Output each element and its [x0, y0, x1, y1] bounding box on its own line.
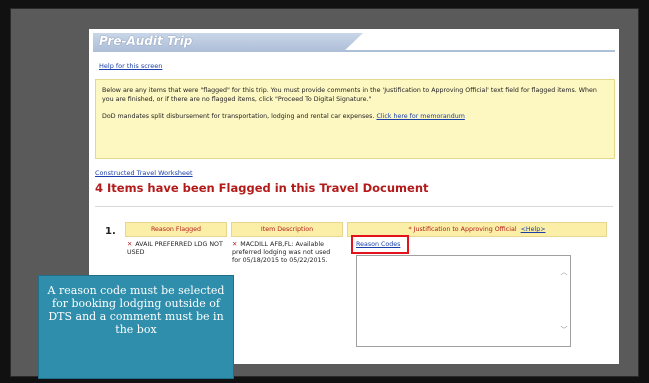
title-tab: Pre-Audit Trip	[93, 33, 363, 51]
notice-paragraph-2: DoD mandates split disbursement for tran…	[102, 112, 607, 121]
justification-help-link[interactable]: <Help>	[521, 226, 546, 233]
header-item-description: Item Description	[231, 222, 343, 237]
title-rule	[93, 50, 615, 52]
constructed-travel-worksheet-link[interactable]: Constructed Travel Worksheet	[95, 169, 193, 177]
reason-flagged-text: AVAIL PREFERRED LDG NOT USED	[127, 241, 223, 256]
page-title: Pre-Audit Trip	[99, 34, 193, 48]
flag-x-icon: ✕	[232, 241, 238, 248]
callout-text: A reason code must be selected for booki…	[47, 284, 225, 336]
notice-paragraph-2-text: DoD mandates split disbursement for tran…	[102, 113, 377, 120]
notice-paragraph-1: Below are any items that were "flagged" …	[102, 87, 597, 103]
instruction-callout: A reason code must be selected for booki…	[38, 275, 234, 379]
header-justification-label: * Justification to Approving Official	[408, 226, 517, 233]
divider	[95, 206, 613, 207]
chevron-up-icon[interactable]: ︿	[560, 268, 568, 276]
header-reason-flagged: Reason Flagged	[125, 222, 227, 237]
item-description-text: MACDILL AFB,FL: Available preferred lodg…	[232, 241, 331, 264]
chevron-down-icon[interactable]: ﹀	[560, 326, 568, 334]
reason-codes-highlight	[351, 235, 409, 254]
flagged-items-heading: 4 Items have been Flagged in this Travel…	[95, 181, 429, 195]
title-bar: Pre-Audit Trip	[93, 33, 615, 52]
item-description-cell: ✕ MACDILL AFB,FL: Available preferred lod…	[232, 241, 338, 265]
reason-flagged-cell: ✕ AVAIL PREFERRED LDG NOT USED	[127, 241, 225, 257]
textarea-scrollbar[interactable]: ︿ ﹀	[560, 256, 568, 344]
justification-textarea[interactable]	[356, 255, 571, 347]
memorandum-link[interactable]: Click here for memorandum	[376, 113, 464, 120]
help-link[interactable]: Help for this screen	[99, 62, 162, 70]
row-number: 1.	[105, 226, 116, 237]
notice-box: Below are any items that were "flagged" …	[95, 79, 615, 159]
flag-x-icon: ✕	[127, 241, 133, 248]
